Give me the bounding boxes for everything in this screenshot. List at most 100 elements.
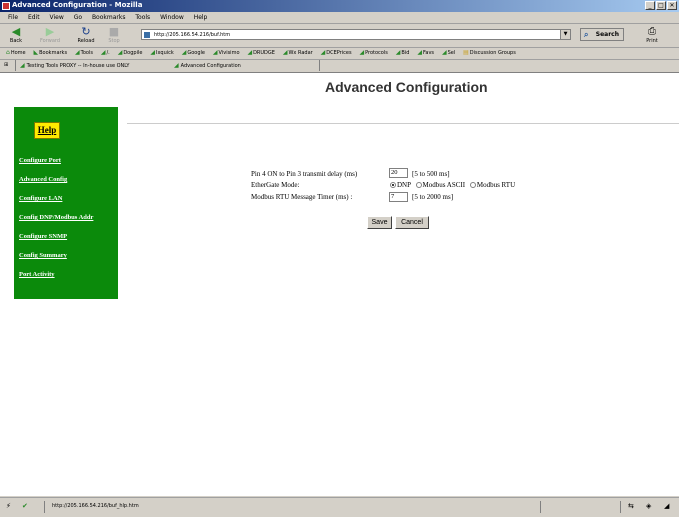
bookmark-label: DRUDGE [253, 50, 275, 56]
help-link[interactable]: Help [34, 122, 60, 139]
window-title: Advanced Configuration - Mozilla [12, 1, 143, 9]
menu-bookmarks[interactable]: Bookmarks [92, 12, 126, 23]
sidebar-item-configure-port[interactable]: Configure Port [19, 157, 61, 164]
menu-file[interactable]: File [8, 12, 18, 23]
bookmark-wx-radar[interactable]: ◢Wx Radar [283, 47, 313, 59]
title-divider [127, 123, 679, 124]
bookmark-google[interactable]: ◢Google [182, 47, 205, 59]
bookmark-favs[interactable]: ◢Favs [417, 47, 434, 59]
bookmark-label: Bookmarks [39, 50, 68, 56]
delay-row: Pin 4 ON to Pin 3 transmit delay (ms) [251, 170, 357, 178]
bookmark-discussion-groups[interactable]: ▤Discussion Groups [463, 47, 516, 59]
bookmark-home[interactable]: ⌂Home [6, 47, 26, 59]
bookmark-bookmarks[interactable]: ◣Bookmarks [34, 47, 68, 59]
bookmark-label: DCEPrices [326, 50, 352, 56]
bookmark-label: Discussion Groups [469, 50, 516, 56]
bookmark-drudge[interactable]: ◢DRUDGE [247, 47, 275, 59]
sidebar-item-config-dnp-modbus-addr[interactable]: Config DNP/Modbus Addr [19, 214, 93, 221]
status-separator [44, 501, 45, 513]
bookmark-label: Bid [401, 50, 410, 56]
sidebar-item-config-summary[interactable]: Config Summary [19, 252, 67, 259]
search-icon: ⌕ [584, 30, 589, 39]
delay-range: [5 to 500 ms] [412, 170, 450, 178]
bookmark-label: /. [106, 50, 110, 56]
bookmark-label: Dogpile [123, 50, 143, 56]
menu-go[interactable]: Go [74, 12, 82, 23]
bookmark-label: Google [187, 50, 205, 56]
cancel-button[interactable]: Cancel [395, 216, 429, 229]
search-label: Search [595, 31, 619, 38]
leaf-icon: ◢ [100, 49, 106, 56]
stop-icon: ■ [108, 25, 120, 38]
menu-view[interactable]: View [50, 12, 64, 23]
minimize-icon[interactable]: _ [645, 1, 655, 10]
bookmark-ixquick[interactable]: ◢Ixquick [150, 47, 173, 59]
menu-tools[interactable]: Tools [135, 12, 150, 23]
mode-radio-modbus-ascii[interactable] [415, 182, 422, 188]
url-dropdown-icon[interactable]: ▼ [560, 30, 570, 39]
mode-radio-modbus-rtu[interactable] [469, 182, 476, 188]
bookmark-icon: ◣ [33, 49, 39, 56]
back-arrow-icon: ◀ [11, 25, 21, 38]
printer-icon: ⎙ [648, 26, 656, 37]
menu-window[interactable]: Window [160, 12, 184, 23]
bookmark-tools[interactable]: ◢Tools [75, 47, 93, 59]
sidebar-item-configure-lan[interactable]: Configure LAN [19, 195, 62, 202]
menu-edit[interactable]: Edit [28, 12, 40, 23]
sidebar-item-advanced-config[interactable]: Advanced Config [19, 176, 67, 183]
mode-label: EtherGate Mode: [251, 181, 300, 189]
sidebar-item-port-activity[interactable]: Port Activity [19, 271, 55, 278]
offline-icon[interactable]: ⚡ [6, 502, 11, 511]
leaf-icon: ◢ [359, 49, 365, 56]
resize-grip-icon[interactable]: ◢ [664, 502, 669, 511]
close-icon[interactable]: ✕ [667, 1, 677, 10]
sidebar: Help Configure Port Advanced Config Conf… [14, 107, 118, 299]
timer-range: [5 to 2000 ms] [412, 193, 454, 201]
leaf-icon: ◢ [74, 49, 80, 56]
window-title-bar: Advanced Configuration - Mozilla _ □ ✕ [0, 0, 679, 12]
leaf-icon: ◢ [417, 49, 422, 56]
bookmark-dceprices[interactable]: ◢DCEPrices [321, 47, 352, 59]
print-label: Print [646, 38, 658, 44]
leaf-icon: ◢ [320, 49, 326, 56]
reload-button[interactable]: ↻ Reload [74, 24, 98, 46]
menu-help[interactable]: Help [194, 12, 208, 23]
status-separator [540, 501, 541, 513]
bookmark-vivisimo[interactable]: ◢Vivisimo [213, 47, 240, 59]
mode-option-dnp: DNP [397, 181, 411, 189]
timer-input[interactable]: 7 [389, 192, 408, 202]
bookmark-sel[interactable]: ◢Sel [442, 47, 455, 59]
window-controls: _ □ ✕ [645, 1, 677, 10]
sidebar-item-configure-snmp[interactable]: Configure SNMP [19, 233, 67, 240]
delay-input[interactable]: 20 [389, 168, 408, 178]
maximize-icon[interactable]: □ [656, 1, 666, 10]
tab-advanced-configuration[interactable]: ◢ Advanced Configuration [172, 60, 320, 71]
leaf-icon: ◢ [181, 49, 187, 56]
timer-label: Modbus RTU Message Timer (ms) : [251, 193, 353, 201]
new-tab-icon[interactable]: ⊞ [2, 60, 16, 71]
print-button[interactable]: ⎙ Print [640, 24, 664, 46]
bookmark-label: Tools [80, 50, 93, 56]
stop-button[interactable]: ■ Stop [102, 24, 126, 46]
bookmark-slashdot[interactable]: ◢/. [101, 47, 110, 59]
leaf-icon: ◢ [117, 49, 123, 56]
navigation-toolbar: ◀ Back ▶ Forward ↻ Reload ■ Stop http://… [0, 23, 679, 48]
bookmark-label: Vivisimo [218, 50, 240, 56]
forward-label: Forward [39, 38, 61, 44]
status-text: http://205.166.54.216/buf_hlp.htm [52, 503, 139, 509]
back-button[interactable]: ◀ Back [4, 24, 28, 46]
leaf-icon: ◢ [247, 49, 253, 56]
save-button[interactable]: Save [367, 216, 392, 229]
tab-testing-tools-proxy[interactable]: ◢ Testing Tools PROXY -- In-house use ONL… [18, 60, 168, 71]
leaf-icon: ◢ [212, 49, 218, 56]
bookmark-bid[interactable]: ◢Bid [396, 47, 410, 59]
forward-button[interactable]: ▶ Forward [38, 24, 62, 46]
bookmark-protocols[interactable]: ◢Protocols [359, 47, 387, 59]
search-button[interactable]: ⌕ Search [580, 28, 624, 41]
url-input[interactable]: http://205.166.54.216/buf.htm ▼ [141, 29, 571, 40]
home-icon: ⌂ [6, 49, 10, 56]
bookmark-label: Protocols [365, 50, 388, 56]
bookmark-label: Sel [447, 50, 456, 56]
mode-radio-dnp[interactable] [390, 182, 396, 188]
bookmark-dogpile[interactable]: ◢Dogpile [118, 47, 143, 59]
